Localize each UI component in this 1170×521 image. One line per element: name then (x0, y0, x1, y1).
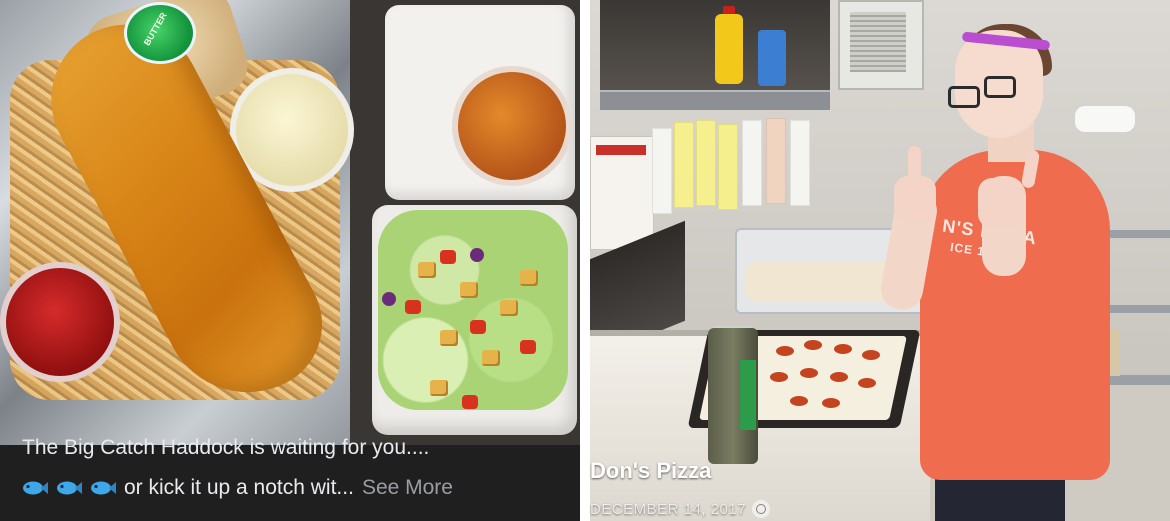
tomato (440, 250, 456, 264)
caption-line-2: or kick it up a notch wit... See More (22, 476, 453, 500)
dressing-cup (452, 66, 572, 186)
fish-icon (22, 479, 48, 497)
caption-line-1: The Big Catch Haddock is waiting for you… (22, 436, 430, 459)
menu-poster (590, 136, 654, 250)
caption-line-2-text: or kick it up a notch wit... (124, 476, 354, 499)
post-title[interactable]: Don's Pizza (590, 458, 711, 484)
thumb-left (908, 146, 921, 182)
spice-shaker-label (740, 360, 756, 430)
globe-icon (752, 500, 771, 518)
blue-container (758, 30, 786, 86)
pepperoni (822, 398, 840, 408)
steel-shelf (1110, 305, 1170, 313)
paper-towel-roll (1075, 106, 1135, 132)
pepperoni (862, 350, 880, 360)
fish-icon (56, 479, 82, 497)
order-ticket (790, 120, 810, 206)
glasses (984, 76, 1016, 98)
food-photo: BUTTER (0, 0, 580, 445)
crouton (460, 282, 478, 298)
glasses (948, 86, 980, 108)
thumbs-up-right (978, 178, 1024, 228)
tomato (520, 340, 536, 354)
order-ticket (652, 128, 672, 214)
crouton (500, 300, 518, 316)
steel-shelf (600, 90, 830, 110)
crouton (520, 270, 538, 286)
pepperoni (770, 372, 788, 382)
order-ticket (742, 120, 762, 206)
crouton (482, 350, 500, 366)
order-ticket (718, 124, 738, 210)
mustard-bottle (715, 14, 743, 84)
right-post-photo[interactable]: N'S PIZZA ICE 1994 (590, 0, 1170, 521)
order-ticket (674, 122, 694, 208)
order-ticket (696, 120, 716, 206)
crouton (440, 330, 458, 346)
pepperoni (800, 368, 818, 378)
pepperoni (830, 372, 848, 382)
pepperoni (776, 346, 794, 356)
pepperoni (834, 344, 852, 354)
pepperoni (790, 396, 808, 406)
thumbs-up-left (894, 176, 936, 222)
ketchup-cup (0, 262, 120, 382)
pepperoni (858, 378, 876, 388)
cabbage (470, 248, 484, 262)
steel-shelf (1110, 230, 1170, 238)
pepperoni (804, 340, 822, 350)
crouton (418, 262, 436, 278)
air-conditioner-grill (850, 12, 906, 72)
tomato (405, 300, 421, 314)
panel-divider (580, 0, 590, 521)
post-date-row: DECEMBER 14, 2017 (590, 500, 771, 518)
fish-icon (90, 479, 116, 497)
tomato (470, 320, 486, 334)
post-date[interactable]: DECEMBER 14, 2017 (590, 501, 746, 518)
tomato (462, 395, 478, 409)
cabbage (382, 292, 396, 306)
crouton (430, 380, 448, 396)
see-more-link[interactable]: See More (362, 476, 453, 500)
order-ticket (766, 118, 786, 204)
